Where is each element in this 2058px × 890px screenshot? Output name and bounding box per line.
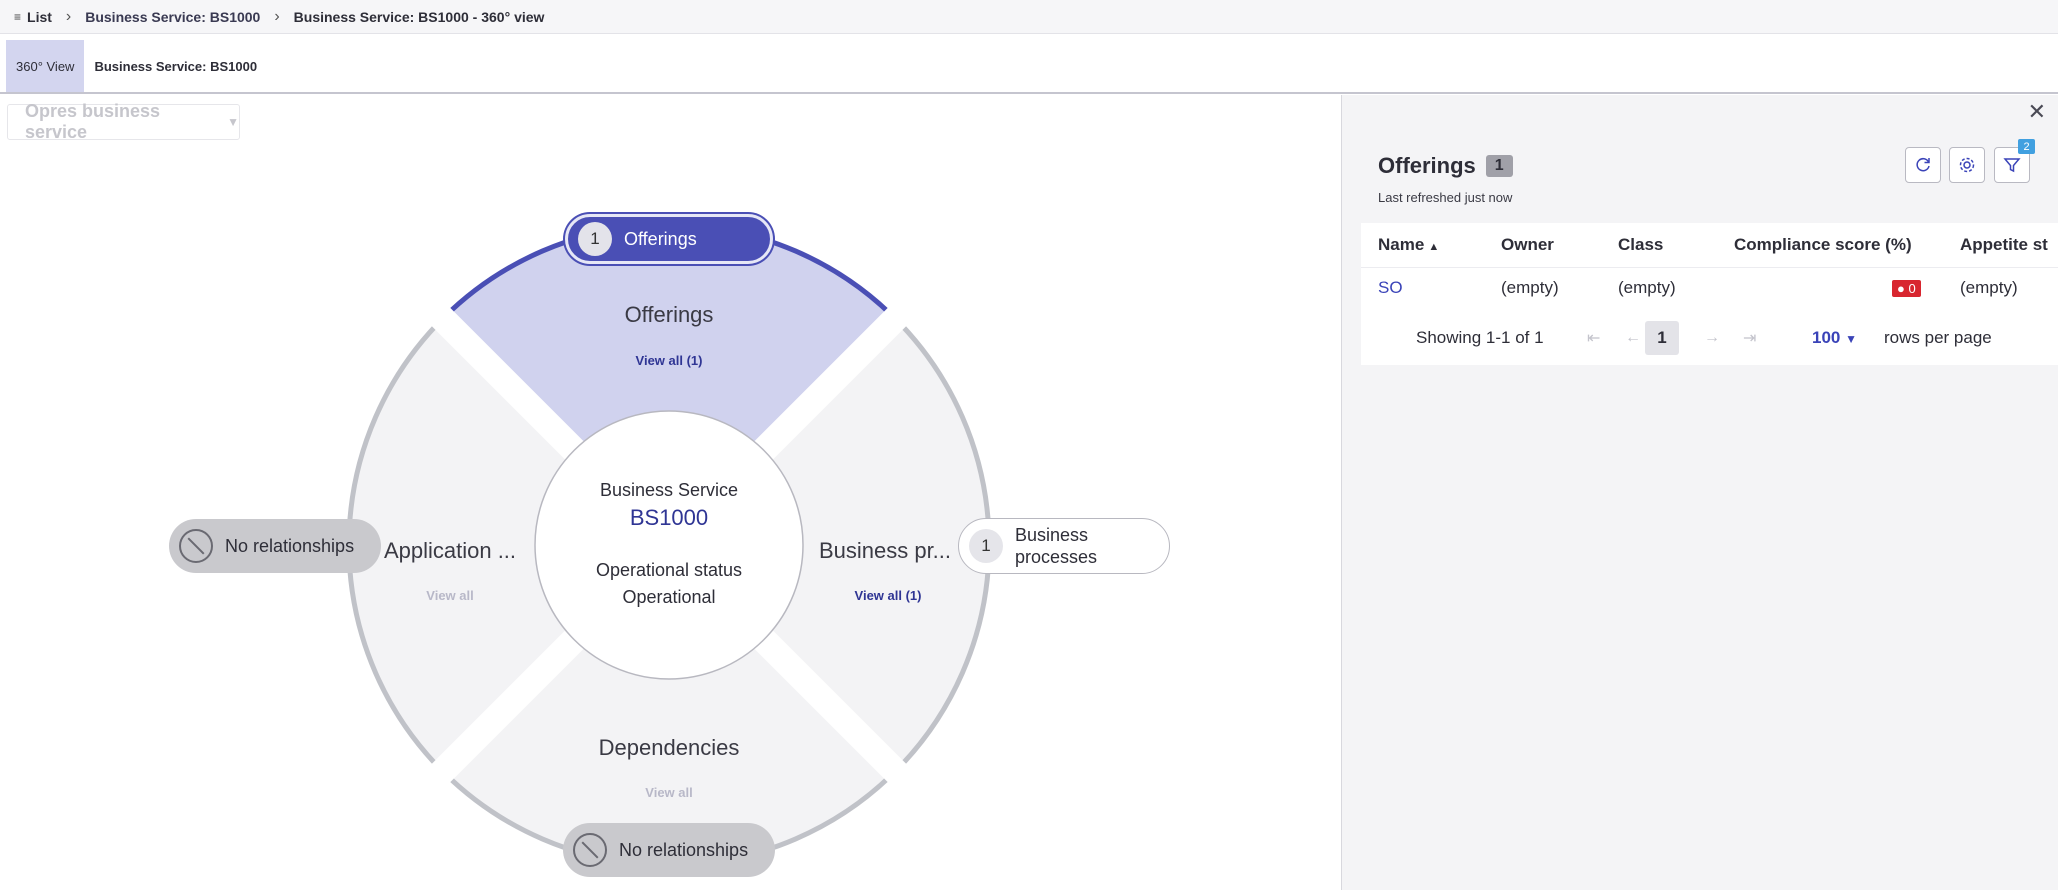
applications-view-all-link[interactable]: View all: [400, 588, 500, 603]
compliance-value: 0: [1908, 281, 1916, 296]
table-row: SO (empty) (empty) ● 0 (empty): [1361, 268, 2058, 308]
panel-title: Offerings 1: [1378, 153, 1513, 179]
current-page-button[interactable]: 1: [1645, 321, 1679, 355]
row-class: (empty): [1618, 278, 1676, 297]
business-processes-badge[interactable]: 1 Business processes: [958, 518, 1170, 574]
prohibited-icon: [573, 833, 607, 867]
last-refreshed-text: Last refreshed just now: [1378, 190, 1513, 205]
segment-title-business-processes: Business pr...: [818, 538, 952, 563]
first-page-icon[interactable]: ⇤: [1587, 328, 1600, 348]
column-header-appetite[interactable]: Appetite st: [1960, 235, 2048, 255]
list-icon[interactable]: ≡: [14, 10, 21, 24]
next-page-icon[interactable]: →: [1704, 329, 1720, 347]
offerings-count: 1: [578, 222, 612, 256]
gear-icon: [1959, 157, 1975, 173]
row-owner: (empty): [1501, 278, 1559, 297]
rows-per-page-label: rows per page: [1884, 328, 1992, 347]
center-circle: [534, 410, 804, 680]
panel-count-badge: 1: [1485, 155, 1513, 177]
operational-status-label: Operational status: [595, 560, 743, 580]
error-dot-icon: ●: [1897, 281, 1905, 296]
close-icon[interactable]: ✕: [2028, 99, 2046, 125]
dependencies-no-relationships[interactable]: No relationships: [563, 823, 775, 877]
rows-per-page-dropdown[interactable]: 100 ▼: [1812, 328, 1857, 348]
breadcrumb-business-service[interactable]: Business Service: BS1000: [85, 9, 260, 25]
table-header: Name ▲ Owner Class Compliance score (%) A…: [1361, 223, 2058, 268]
tab-360-view[interactable]: 360° View: [6, 40, 85, 92]
sort-ascending-icon: ▲: [1428, 241, 1440, 253]
filter-button[interactable]: 2: [1994, 139, 2035, 183]
offerings-table: Name ▲ Owner Class Compliance score (%) A…: [1361, 223, 2058, 365]
applications-no-relationships-label: No relationships: [225, 535, 355, 556]
chevron-right-icon: ›: [274, 7, 280, 25]
segment-title-applications: Application ...: [383, 538, 517, 563]
tab-bar: 360° View Business Service: BS1000: [0, 40, 2058, 94]
business-processes-count: 1: [969, 529, 1003, 563]
filter-icon: [2003, 158, 2021, 173]
caret-down-icon: ▼: [1845, 332, 1857, 346]
column-header-name[interactable]: Name ▲: [1378, 235, 1439, 255]
segment-title-offerings: Offerings: [624, 302, 714, 327]
segment-title-dependencies: Dependencies: [598, 735, 740, 760]
operational-status-value: Operational: [622, 587, 716, 607]
business-processes-badge-label: Business processes: [1015, 525, 1098, 567]
wheel-panel: Opres business service ▼ 1 Offerings Off…: [0, 95, 1341, 890]
breadcrumb: ≡ List › Business Service: BS1000 › Busi…: [0, 0, 2058, 34]
chevron-right-icon: ›: [65, 7, 72, 25]
applications-no-relationships[interactable]: No relationships: [169, 519, 381, 573]
filter-count-badge: 2: [2018, 139, 2035, 154]
dependencies-view-all-link[interactable]: View all: [569, 785, 769, 800]
offerings-badge[interactable]: 1 Offerings: [565, 214, 773, 264]
pager-showing-text: Showing 1-1 of 1: [1416, 328, 1544, 347]
pagination: Showing 1-1 of 1 ⇤ ← 1 → ⇥ 100 ▼ rows pe…: [1361, 318, 2058, 358]
row-appetite: (empty): [1960, 278, 2018, 297]
tab-business-service[interactable]: Business Service: BS1000: [84, 40, 267, 92]
refresh-button[interactable]: [1905, 147, 1941, 183]
row-name-link[interactable]: SO: [1378, 278, 1403, 298]
refresh-icon: [1916, 157, 1930, 172]
column-header-compliance[interactable]: Compliance score (%): [1734, 235, 1912, 255]
offerings-side-panel: ✕ Offerings 1 Last refreshed just now 2 …: [1341, 95, 2058, 890]
previous-page-icon[interactable]: ←: [1625, 329, 1641, 347]
row-compliance-badge: ● 0: [1892, 278, 1921, 298]
last-page-icon[interactable]: ⇥: [1743, 328, 1756, 348]
breadcrumb-current: Business Service: BS1000 - 360° view: [293, 8, 545, 25]
offerings-badge-label: Offerings: [624, 228, 697, 249]
column-header-owner[interactable]: Owner: [1501, 235, 1554, 255]
column-header-class[interactable]: Class: [1618, 235, 1663, 255]
prohibited-icon: [179, 529, 213, 563]
panel-title-text: Offerings: [1378, 153, 1476, 178]
offerings-view-all-link[interactable]: View all (1): [569, 353, 769, 368]
center-record-id[interactable]: BS1000: [539, 505, 799, 531]
settings-button[interactable]: [1949, 147, 1985, 183]
business-processes-view-all-link[interactable]: View all (1): [838, 588, 938, 603]
dependencies-no-relationships-label: No relationships: [619, 839, 749, 860]
breadcrumb-list[interactable]: List: [27, 9, 52, 25]
center-record-type: Business Service: [599, 480, 739, 500]
